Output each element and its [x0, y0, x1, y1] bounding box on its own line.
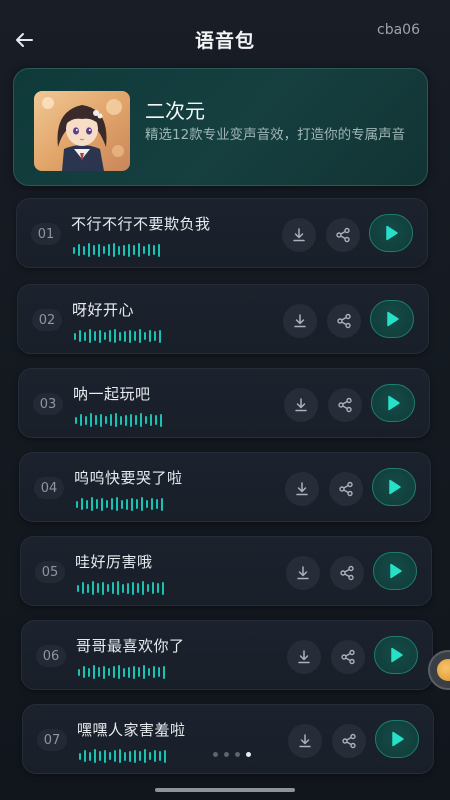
share-icon	[339, 481, 353, 497]
share-button[interactable]	[326, 218, 360, 252]
waveform-icon	[77, 581, 164, 595]
play-icon	[389, 479, 401, 495]
pack-name: 二次元	[145, 99, 205, 123]
download-button[interactable]	[282, 218, 316, 252]
page-dot[interactable]	[213, 752, 218, 757]
waveform-icon	[76, 497, 163, 511]
waveform-icon	[73, 243, 160, 257]
download-icon	[297, 566, 309, 580]
download-icon	[295, 398, 307, 412]
item-title: 哥哥最喜欢你了	[76, 637, 185, 655]
play-button[interactable]	[370, 300, 414, 338]
page-dot[interactable]	[224, 752, 229, 757]
play-button[interactable]	[374, 636, 418, 674]
item-title: 不行不行不要欺负我	[71, 215, 211, 233]
play-icon	[390, 563, 402, 579]
download-button[interactable]	[287, 640, 321, 674]
item-number: 02	[32, 309, 62, 331]
play-button[interactable]	[373, 552, 417, 590]
share-icon	[341, 649, 355, 665]
download-icon	[298, 650, 310, 664]
share-button[interactable]	[329, 472, 363, 506]
play-button[interactable]	[372, 468, 416, 506]
download-icon	[299, 734, 311, 748]
download-icon	[296, 482, 308, 496]
header: 语音包 cba06	[0, 18, 450, 62]
download-button[interactable]	[288, 724, 322, 758]
item-number: 05	[35, 561, 65, 583]
voice-item[interactable]: 03 呐一起玩吧	[18, 368, 430, 438]
voice-item[interactable]: 01 不行不行不要欺负我	[16, 198, 428, 268]
download-icon	[293, 228, 305, 242]
play-icon	[391, 647, 403, 663]
voice-item[interactable]: 04 呜呜快要哭了啦	[19, 452, 431, 522]
home-indicator	[155, 788, 295, 792]
waveform-icon	[74, 329, 161, 343]
assistant-icon	[437, 659, 450, 681]
pack-description: 精选12款专业变声音效，打造你的专属声音	[145, 127, 406, 143]
account-id: cba06	[377, 22, 420, 38]
voice-pack-screen: 语音包 cba06 二次元 精选12款专业变声音效，打造你的专属声音 01 不行…	[0, 0, 450, 800]
share-button[interactable]	[327, 304, 361, 338]
play-button[interactable]	[371, 384, 415, 422]
waveform-icon	[75, 413, 162, 427]
download-button[interactable]	[284, 388, 318, 422]
page-indicator	[213, 752, 251, 757]
download-button[interactable]	[285, 472, 319, 506]
waveform-icon	[78, 665, 165, 679]
share-button[interactable]	[328, 388, 362, 422]
share-button[interactable]	[331, 640, 365, 674]
share-icon	[342, 733, 356, 749]
item-title: 哇好厉害哦	[75, 553, 153, 571]
waveform-icon	[79, 749, 166, 763]
item-number: 03	[33, 393, 63, 415]
share-button[interactable]	[332, 724, 366, 758]
page-dot[interactable]	[235, 752, 240, 757]
play-button[interactable]	[369, 214, 413, 252]
item-number: 06	[36, 645, 66, 667]
voice-item[interactable]: 07 嘿嘿人家害羞啦	[22, 704, 434, 774]
voice-item[interactable]: 05 哇好厉害哦	[20, 536, 432, 606]
share-icon	[336, 227, 350, 243]
play-icon	[388, 395, 400, 411]
share-icon	[337, 313, 351, 329]
item-number: 01	[31, 223, 61, 245]
play-icon	[387, 311, 399, 327]
play-icon	[386, 225, 398, 241]
pack-cover-image	[34, 91, 130, 171]
share-button[interactable]	[330, 556, 364, 590]
voice-item[interactable]: 02 呀好开心	[17, 284, 429, 354]
voice-item[interactable]: 06 哥哥最喜欢你了	[21, 620, 433, 690]
item-title: 呀好开心	[72, 301, 135, 319]
play-icon	[392, 731, 404, 747]
download-icon	[294, 314, 306, 328]
download-button[interactable]	[283, 304, 317, 338]
share-icon	[340, 565, 354, 581]
item-number: 04	[34, 477, 64, 499]
download-button[interactable]	[286, 556, 320, 590]
item-title: 呐一起玩吧	[73, 385, 151, 403]
play-button[interactable]	[375, 720, 419, 758]
item-number: 07	[37, 729, 67, 751]
page-dot[interactable]	[246, 752, 251, 757]
item-title: 嘿嘿人家害羞啦	[77, 721, 186, 739]
share-icon	[338, 397, 352, 413]
voice-pack-card[interactable]: 二次元 精选12款专业变声音效，打造你的专属声音	[13, 68, 428, 186]
item-title: 呜呜快要哭了啦	[74, 469, 183, 487]
